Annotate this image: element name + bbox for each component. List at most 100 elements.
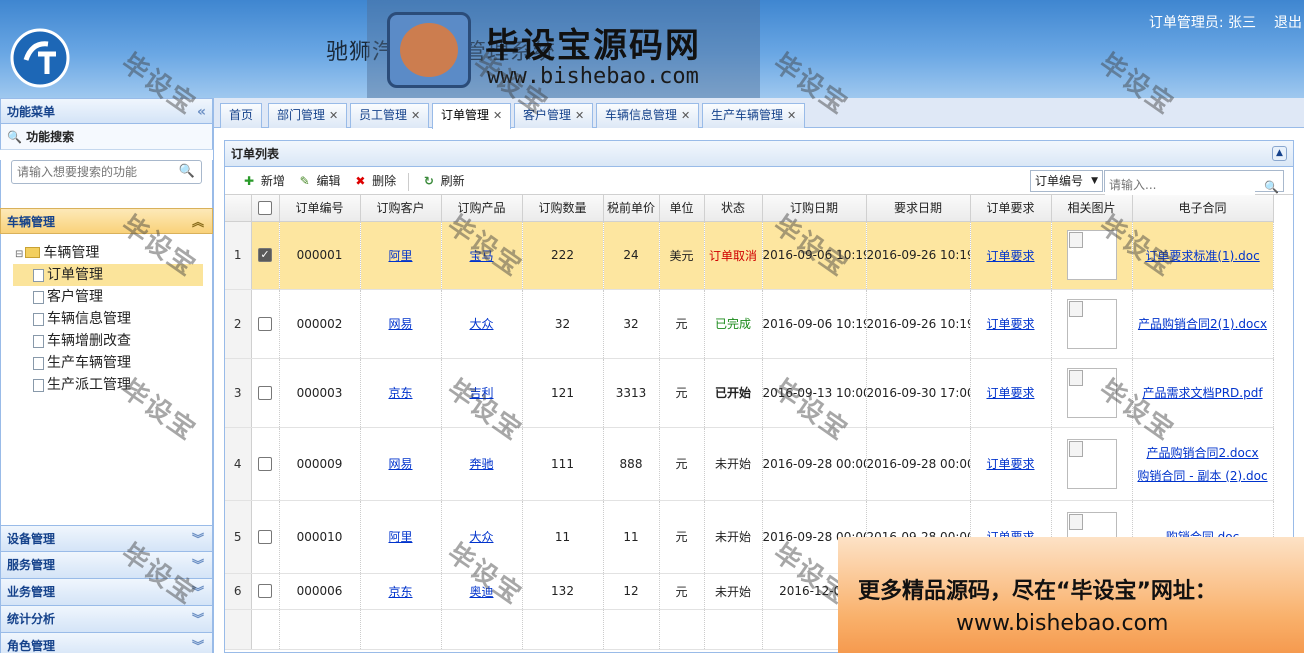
column-header[interactable]: 订购数量 bbox=[522, 195, 604, 222]
contract-link[interactable]: 产品购销合同2.docx bbox=[1133, 444, 1273, 461]
column-header[interactable]: 电子合同 bbox=[1132, 195, 1274, 222]
sidebar-group-service[interactable]: 服务管理 ︾ bbox=[0, 552, 213, 579]
customer-link[interactable]: 阿里 bbox=[388, 530, 412, 544]
chevron-down-icon[interactable]: ︾ bbox=[192, 526, 204, 553]
chevron-up-icon[interactable]: ︽ bbox=[192, 209, 204, 235]
tree-item-production-dispatch[interactable]: 生产派工管理 bbox=[13, 374, 203, 396]
broken-image-icon[interactable] bbox=[1066, 230, 1117, 280]
column-header[interactable]: 相关图片 bbox=[1051, 195, 1133, 222]
table-row[interactable]: 3 000003 京东 吉利 121 3313 元已开始 2016-09-13 10:00 20… bbox=[225, 358, 1274, 428]
row-select-cell[interactable] bbox=[251, 358, 280, 428]
collapse-icon[interactable]: ▲ bbox=[1272, 146, 1287, 161]
tree-item-vehicle-info[interactable]: 车辆信息管理 bbox=[13, 308, 203, 330]
sidebar-group-business[interactable]: 业务管理 ︾ bbox=[0, 579, 213, 606]
grid-search-input[interactable] bbox=[1105, 175, 1255, 195]
search-icon[interactable]: 🔍 bbox=[179, 164, 195, 179]
add-button[interactable]: ✚ 新增 bbox=[241, 167, 285, 195]
function-search-box[interactable]: 🔍 bbox=[11, 160, 202, 184]
edit-button[interactable]: ✎ 编辑 bbox=[297, 167, 341, 195]
chevron-down-icon[interactable]: ︾ bbox=[192, 606, 204, 633]
broken-image-icon[interactable] bbox=[1066, 438, 1117, 489]
product-link[interactable]: 大众 bbox=[469, 530, 493, 544]
table-row[interactable]: 1 ✓ 000001 阿里 宝马 222 24 美元 订单取消 2016-09-06 10:19 2… bbox=[225, 221, 1274, 290]
refresh-button[interactable]: ↻ 刷新 bbox=[421, 167, 465, 195]
column-header[interactable]: 订购日期 bbox=[762, 195, 867, 222]
tab-customer[interactable]: 客户管理 ✕ bbox=[514, 103, 594, 128]
close-icon[interactable]: ✕ bbox=[575, 109, 584, 122]
row-select-cell[interactable] bbox=[251, 427, 280, 501]
tree-item-vehicle-crud[interactable]: 车辆增删改查 bbox=[13, 330, 203, 352]
row-select-cell[interactable] bbox=[251, 289, 280, 359]
close-icon[interactable]: ✕ bbox=[787, 109, 796, 122]
product-link[interactable]: 大众 bbox=[469, 317, 493, 331]
tree-item-customer[interactable]: 客户管理 bbox=[13, 286, 203, 308]
contract-link[interactable]: 购销合同 - 副本 (2).doc bbox=[1133, 467, 1273, 484]
chevron-down-icon[interactable]: ︾ bbox=[192, 633, 204, 653]
function-search-input[interactable] bbox=[12, 161, 162, 183]
column-header[interactable]: 订购产品 bbox=[441, 195, 523, 222]
requirement-link[interactable]: 订单要求 bbox=[986, 249, 1034, 263]
delete-button[interactable]: ✖ 删除 bbox=[352, 167, 396, 195]
filter-field-select[interactable]: 订单编号 ▼ bbox=[1030, 170, 1103, 192]
column-header[interactable]: 订单要求 bbox=[970, 195, 1052, 222]
row-checkbox[interactable] bbox=[258, 584, 272, 599]
contract-link[interactable]: 产品购销合同2(1).docx bbox=[1133, 315, 1273, 332]
close-icon[interactable]: ✕ bbox=[329, 109, 338, 122]
chevron-down-icon[interactable]: ︾ bbox=[192, 579, 204, 606]
tree-expand-icon[interactable]: ⊟ bbox=[15, 249, 23, 260]
column-header[interactable]: 要求日期 bbox=[866, 195, 971, 222]
row-checkbox[interactable] bbox=[258, 529, 272, 544]
requirement-link[interactable]: 订单要求 bbox=[986, 386, 1034, 400]
row-checkbox[interactable]: ✓ bbox=[258, 248, 272, 263]
tree-root[interactable]: ⊟ 车辆管理 bbox=[1, 242, 212, 264]
tab-production-vehicle[interactable]: 生产车辆管理 ✕ bbox=[702, 103, 806, 128]
tab-department[interactable]: 部门管理 ✕ bbox=[268, 103, 348, 128]
contract-link[interactable]: 产品需求文档PRD.pdf bbox=[1133, 384, 1273, 401]
select-all-header[interactable] bbox=[251, 195, 280, 222]
column-header[interactable]: 订单编号 bbox=[279, 195, 361, 222]
tab-employee[interactable]: 员工管理 ✕ bbox=[350, 103, 430, 128]
sidebar-group-equipment[interactable]: 设备管理 ︾ bbox=[0, 525, 213, 552]
column-header[interactable]: 状态 bbox=[704, 195, 763, 222]
sidebar-group-roles[interactable]: 角色管理 ︾ bbox=[0, 633, 213, 653]
customer-link[interactable]: 京东 bbox=[388, 585, 412, 599]
tab-order[interactable]: 订单管理 ✕ bbox=[432, 103, 512, 129]
row-checkbox[interactable] bbox=[258, 316, 272, 331]
product-link[interactable]: 奔驰 bbox=[469, 457, 493, 471]
close-icon[interactable]: ✕ bbox=[411, 109, 420, 122]
close-icon[interactable]: ✕ bbox=[681, 109, 690, 122]
sidebar-group-vehicle[interactable]: 车辆管理 ︽ bbox=[0, 208, 213, 234]
row-checkbox[interactable] bbox=[258, 385, 272, 400]
product-link[interactable]: 吉利 bbox=[469, 386, 493, 400]
customer-link[interactable]: 阿里 bbox=[388, 249, 412, 263]
tab-vehicle-info[interactable]: 车辆信息管理 ✕ bbox=[596, 103, 700, 128]
customer-link[interactable]: 网易 bbox=[388, 317, 412, 331]
row-checkbox[interactable] bbox=[258, 456, 272, 471]
column-header[interactable]: 订购客户 bbox=[360, 195, 442, 222]
broken-image-icon[interactable] bbox=[1066, 298, 1117, 349]
row-select-cell[interactable] bbox=[251, 500, 280, 574]
grid-search-box[interactable]: 🔍 bbox=[1104, 170, 1284, 195]
product-link[interactable]: 奥迪 bbox=[469, 585, 493, 599]
close-icon[interactable]: ✕ bbox=[493, 109, 502, 122]
select-all-checkbox[interactable] bbox=[258, 201, 272, 215]
customer-link[interactable]: 网易 bbox=[388, 457, 412, 471]
collapse-left-icon[interactable]: « bbox=[197, 99, 206, 125]
sidebar-group-statistics[interactable]: 统计分析 ︾ bbox=[0, 606, 213, 633]
row-select-cell[interactable] bbox=[251, 573, 280, 610]
contract-link[interactable]: 订单要求标准(1).doc bbox=[1133, 247, 1273, 264]
logout-link[interactable]: 退出 bbox=[1274, 12, 1302, 32]
table-row[interactable]: 2 000002 网易 大众 32 32 元已完成 2016-09-06 10:19 2016-… bbox=[225, 289, 1274, 359]
requirement-link[interactable]: 订单要求 bbox=[986, 457, 1034, 471]
chevron-down-icon[interactable]: ︾ bbox=[192, 552, 204, 579]
column-header[interactable]: 单位 bbox=[659, 195, 705, 222]
customer-link[interactable]: 京东 bbox=[388, 386, 412, 400]
tree-item-production-vehicle[interactable]: 生产车辆管理 bbox=[13, 352, 203, 374]
product-link[interactable]: 宝马 bbox=[469, 249, 493, 263]
broken-image-icon[interactable] bbox=[1066, 367, 1117, 418]
table-row[interactable]: 4 000009 网易 奔驰 111 888 元未开始 2016-09-28 00:00 201… bbox=[225, 427, 1274, 501]
tree-item-order[interactable]: 订单管理 bbox=[13, 264, 203, 286]
row-select-cell[interactable]: ✓ bbox=[251, 221, 280, 290]
column-header[interactable]: 税前单价 bbox=[603, 195, 660, 222]
promo-banner[interactable]: 更多精品源码，尽在“毕设宝”网址： www.bishebao.com bbox=[838, 537, 1304, 653]
